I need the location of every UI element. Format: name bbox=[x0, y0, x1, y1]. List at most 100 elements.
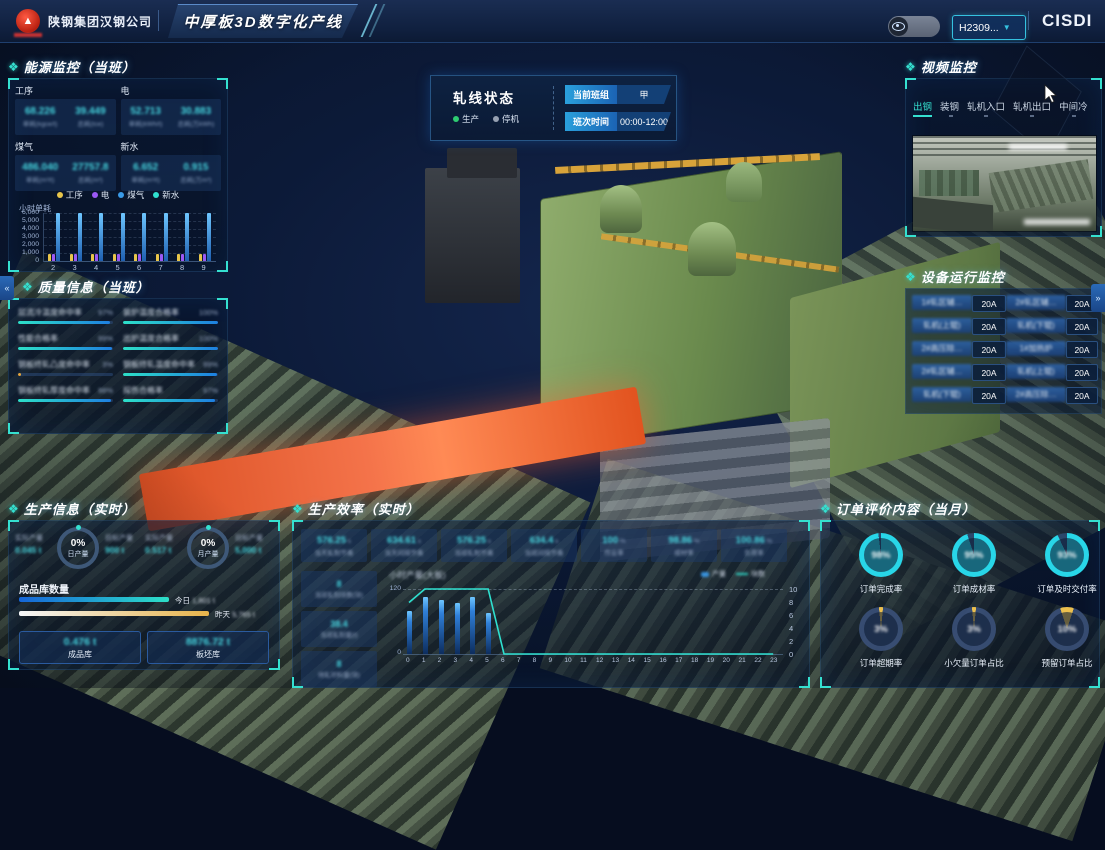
quality-bar-track bbox=[123, 373, 218, 376]
hour-xtick: 10 bbox=[564, 657, 571, 664]
energy-gridline bbox=[44, 237, 216, 238]
stat-value: 98.86 % bbox=[668, 535, 699, 546]
energy-bar bbox=[48, 254, 51, 261]
stat-value: 576.25 s bbox=[457, 535, 491, 546]
hour-y-right: 10 bbox=[789, 585, 797, 594]
legend-item: 煤气 bbox=[118, 189, 144, 201]
video-feed[interactable] bbox=[912, 135, 1097, 232]
line-status-legend: 生产 停机 bbox=[453, 113, 519, 125]
gauge-donut: 0%月产量 bbox=[187, 527, 229, 569]
diamond-icon: ❖ bbox=[905, 60, 916, 74]
energy-value: 6.652 bbox=[133, 162, 158, 173]
quality-bar-track bbox=[18, 399, 113, 402]
energy-ytick: 3,000 bbox=[11, 233, 39, 240]
hour-xtick: 20 bbox=[723, 657, 730, 664]
inventory-card-label: 板坯库 bbox=[196, 649, 220, 660]
stat-label: 成材率 bbox=[674, 547, 694, 557]
video-tab-1[interactable]: 装钢 bbox=[940, 99, 959, 117]
quality-bar-fill bbox=[18, 373, 21, 376]
equipment-label: 2#轧区辅… bbox=[912, 364, 972, 379]
energy-xtick: 6 bbox=[137, 263, 141, 272]
visibility-toggle[interactable] bbox=[888, 16, 940, 37]
energy-value: 27757.8 bbox=[72, 162, 108, 173]
stat-value: 634.4 s bbox=[530, 535, 559, 546]
hour-xtick: 15 bbox=[644, 657, 651, 664]
gauge-name: 日产量 bbox=[68, 549, 89, 559]
energy-bar bbox=[117, 254, 120, 261]
legend-dot-icon bbox=[57, 192, 63, 198]
equipment-label: 2#高压除… bbox=[1006, 387, 1066, 402]
actual-value: 0.517 t bbox=[145, 545, 189, 555]
video-tab-0[interactable]: 出钢 bbox=[913, 99, 932, 117]
quality-label: 钢板终轧温度命中率 bbox=[123, 359, 195, 370]
gauge-dot-icon bbox=[76, 525, 81, 530]
quality-bar-track bbox=[123, 347, 218, 350]
hour-xtick: 1 bbox=[422, 657, 426, 664]
energy-xtick: 2 bbox=[51, 263, 55, 272]
efficiency-stat: 634.61 s当天间隔节奏 bbox=[371, 529, 437, 562]
order-donut-inner: 3% bbox=[864, 612, 898, 646]
side-stat-label: 当班轧制块数(块) bbox=[315, 590, 363, 599]
chevron-down-icon: ▼ bbox=[1003, 23, 1011, 32]
energy-bar bbox=[181, 254, 184, 261]
heat-select-dropdown[interactable]: H2309... ▼ bbox=[952, 15, 1026, 40]
efficiency-side-stat: 8当班轧制块数(块) bbox=[301, 571, 377, 607]
video-tab-2[interactable]: 轧机入口 bbox=[967, 99, 1005, 117]
energy-section-card: 68.226单耗(kgce/t)39.449总耗(tce) bbox=[15, 99, 116, 135]
video-panel-title: ❖ 视频监控 bbox=[905, 57, 977, 76]
inventory-title: 成品库数量 bbox=[19, 581, 69, 596]
energy-bar bbox=[70, 254, 73, 261]
video-panel: 出钢装钢轧机入口轧机出口中间冷电动热… bbox=[905, 78, 1102, 237]
collapse-left-tab[interactable]: « bbox=[0, 276, 14, 300]
order-donut: 10% bbox=[1045, 607, 1089, 651]
gray-dot-icon bbox=[493, 116, 499, 122]
energy-xtick: 3 bbox=[73, 263, 77, 272]
gauge-dot-icon bbox=[206, 525, 211, 530]
equipment-label: 1#加热炉 bbox=[1006, 341, 1066, 356]
inventory-card-value: 0.476 t bbox=[64, 636, 97, 648]
energy-value-label: 总耗(tce) bbox=[77, 118, 103, 128]
energy-value: 52.713 bbox=[130, 106, 161, 117]
quality-bar-fill bbox=[18, 399, 111, 402]
video-tab-4[interactable]: 中间冷 bbox=[1059, 99, 1088, 117]
hour-line-series bbox=[403, 588, 783, 655]
energy-panel-title: ❖ 能源监控（当班） bbox=[8, 57, 136, 76]
hour-y-right: 8 bbox=[789, 598, 793, 607]
header-bar: ▲ 陕钢集团汉钢公司 中厚板3D数字化产线 H2309... ▼ CISDI bbox=[0, 0, 1105, 43]
efficiency-side-stat: 8待轧坯料量(块) bbox=[301, 651, 377, 687]
order-donut: 95% bbox=[952, 533, 996, 577]
stat-value: 100 % bbox=[602, 535, 625, 546]
order-label: 订单完成率 bbox=[827, 583, 935, 595]
energy-value-label: 总耗(m³) bbox=[78, 174, 103, 184]
equipment-label: 轧机(下辊) bbox=[1006, 318, 1066, 333]
hour-legend-icon bbox=[736, 573, 748, 575]
stat-label: 当班间隔节奏 bbox=[525, 547, 564, 557]
stat-label: 当天轧制节奏 bbox=[315, 547, 354, 557]
energy-gridline bbox=[44, 245, 216, 246]
quality-bar-track bbox=[18, 373, 113, 376]
energy-gridline bbox=[44, 229, 216, 230]
production-panel: 实际产量0.045 t0%日产量目标产量900 t实际产量0.517 t0%月产… bbox=[8, 520, 280, 670]
energy-section-name: 电 bbox=[121, 84, 222, 97]
hour-xtick: 2 bbox=[438, 657, 442, 664]
energy-bar bbox=[207, 213, 211, 261]
line-status-title: 轧线状态 bbox=[453, 87, 515, 107]
hour-xtick: 4 bbox=[469, 657, 473, 664]
collapse-right-tab[interactable]: » bbox=[1091, 284, 1105, 312]
gauge-pct: 0% bbox=[71, 538, 85, 549]
equipment-value: 20A bbox=[972, 318, 1006, 335]
equipment-label: 2#轧区辅… bbox=[1006, 295, 1066, 310]
energy-bar bbox=[113, 254, 116, 261]
stat-label: 当天间隔节奏 bbox=[385, 547, 424, 557]
equipment-label: 1#轧区辅… bbox=[912, 295, 972, 310]
energy-bar bbox=[142, 213, 146, 261]
energy-ytick: 6,000 bbox=[11, 209, 39, 216]
efficiency-stat: 634.4 s当班间隔节奏 bbox=[511, 529, 577, 562]
quality-pct: 3% bbox=[102, 360, 113, 369]
legend-item: 电 bbox=[92, 189, 110, 201]
efficiency-stat: 98.86 %成材率 bbox=[651, 529, 717, 562]
quality-pct: 100% bbox=[199, 334, 218, 343]
quality-bar-track bbox=[123, 399, 218, 402]
order-donut: 98% bbox=[859, 533, 903, 577]
quality-pct: 97% bbox=[98, 308, 113, 317]
